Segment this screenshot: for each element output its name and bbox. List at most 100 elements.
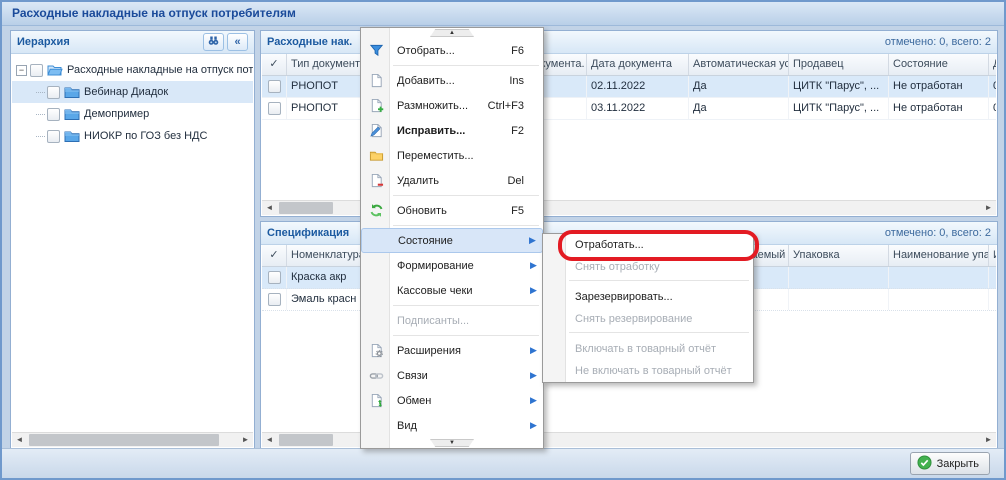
column-header[interactable]: Упаковка bbox=[789, 245, 889, 266]
scroll-thumb[interactable] bbox=[279, 202, 333, 214]
row-checkbox[interactable] bbox=[268, 293, 281, 306]
column-header[interactable]: Состояние bbox=[889, 54, 989, 75]
duplicate-icon bbox=[363, 98, 389, 113]
tree-item-label: Демопример bbox=[84, 108, 149, 120]
table-cell: Не отработан bbox=[889, 76, 989, 97]
scroll-left-arrow[interactable]: ◄ bbox=[12, 433, 27, 447]
menu-item-label: Отработать... bbox=[575, 239, 740, 251]
submenu-arrow-icon: ▶ bbox=[530, 370, 540, 381]
submenu-arrow-icon: ▶ bbox=[530, 285, 540, 296]
menu-item[interactable]: Переместить... bbox=[361, 143, 543, 168]
menu-item[interactable]: Кассовые чеки▶ bbox=[361, 278, 543, 303]
check-circle-icon bbox=[917, 455, 932, 473]
menu-item-label: Расширения bbox=[397, 345, 530, 357]
extensions-icon bbox=[363, 343, 389, 358]
table-cell: ЦИТК "Парус", ... bbox=[789, 76, 889, 97]
column-header[interactable]: ✓ bbox=[262, 245, 287, 266]
scroll-left-arrow[interactable]: ◄ bbox=[262, 201, 277, 215]
menu-item[interactable]: Состояние▶ bbox=[361, 228, 543, 253]
menu-item-label: Зарезервировать... bbox=[575, 291, 740, 303]
scroll-right-arrow[interactable]: ► bbox=[238, 433, 253, 447]
find-button[interactable] bbox=[203, 33, 224, 51]
row-checkbox[interactable] bbox=[268, 80, 281, 93]
column-header[interactable]: ✓ bbox=[262, 54, 287, 75]
hierarchy-tree: −Расходные накладные на отпуск потреВеби… bbox=[12, 55, 253, 431]
menu-item[interactable]: УдалитьDel bbox=[361, 168, 543, 193]
specification-counter: отмечено: 0, всего: 2 bbox=[885, 227, 991, 239]
refresh-icon bbox=[363, 203, 389, 218]
column-header[interactable]: Наименование упа bbox=[889, 245, 989, 266]
menu-item-label: Связи bbox=[397, 370, 530, 382]
tree-item[interactable]: НИОКР по ГОЗ без НДС bbox=[12, 125, 253, 147]
menu-item-shortcut: F6 bbox=[511, 45, 524, 57]
move-icon bbox=[363, 148, 389, 163]
documents-counter: отмечено: 0, всего: 2 bbox=[885, 36, 991, 48]
tree-item[interactable]: −Расходные накладные на отпуск потре bbox=[12, 59, 253, 81]
tree-checkbox[interactable] bbox=[47, 86, 60, 99]
menu-item: Не включать в товарный отчёт bbox=[543, 360, 753, 382]
menu-item[interactable]: Зарезервировать... bbox=[543, 286, 753, 308]
menu-scroll-down[interactable]: ▼ bbox=[361, 438, 543, 448]
menu-item[interactable]: Размножить...Ctrl+F3 bbox=[361, 93, 543, 118]
menu-item: Снять резервирование bbox=[543, 308, 753, 330]
menu-item-label: Исправить... bbox=[397, 125, 511, 137]
menu-item[interactable]: Расширения▶ bbox=[361, 338, 543, 363]
add-icon bbox=[363, 73, 389, 88]
close-button[interactable]: Закрыть bbox=[910, 452, 990, 475]
menu-item: Снять отработку bbox=[543, 256, 753, 278]
menu-item-label: Размножить... bbox=[397, 100, 488, 112]
window-title: Расходные накладные на отпуск потребител… bbox=[2, 2, 1004, 26]
column-header[interactable]: Д bbox=[989, 54, 996, 75]
scroll-thumb[interactable] bbox=[29, 434, 219, 446]
column-header[interactable]: Дата документа bbox=[587, 54, 689, 75]
menu-item-shortcut: Ins bbox=[509, 75, 524, 87]
column-header[interactable]: Продавец bbox=[789, 54, 889, 75]
tree-checkbox[interactable] bbox=[47, 108, 60, 121]
menu-item[interactable]: Связи▶ bbox=[361, 363, 543, 388]
menu-item-label: Подписанты... bbox=[397, 315, 530, 327]
scroll-right-arrow[interactable]: ► bbox=[981, 433, 996, 447]
tree-item[interactable]: Демопример bbox=[12, 103, 253, 125]
bottom-bar: Закрыть bbox=[2, 448, 1004, 478]
tree-checkbox[interactable] bbox=[30, 64, 43, 77]
documents-title: Расходные нак. bbox=[267, 36, 352, 48]
collapse-panel-button[interactable]: « bbox=[227, 33, 248, 51]
column-header[interactable]: И bbox=[989, 245, 996, 266]
table-cell: Да bbox=[689, 76, 789, 97]
table-cell: 03. bbox=[989, 98, 996, 119]
menu-item[interactable]: Отработать... bbox=[543, 234, 753, 256]
scroll-left-arrow[interactable]: ◄ bbox=[262, 433, 277, 447]
tree-expander[interactable]: − bbox=[16, 65, 27, 76]
menu-separator bbox=[543, 330, 753, 338]
scroll-up-icon: ▲ bbox=[430, 29, 474, 37]
table-cell: 03.11.2022 bbox=[587, 98, 689, 119]
tree-item[interactable]: Вебинар Диадок bbox=[12, 81, 253, 103]
table-cell bbox=[262, 76, 287, 97]
menu-scroll-up[interactable]: ▲ bbox=[361, 28, 543, 38]
table-cell: Не отработан bbox=[889, 98, 989, 119]
table-cell bbox=[889, 267, 989, 288]
menu-item[interactable]: Исправить...F2 bbox=[361, 118, 543, 143]
column-header[interactable]: Автоматическая ус bbox=[689, 54, 789, 75]
table-cell bbox=[989, 267, 996, 288]
scroll-thumb[interactable] bbox=[279, 434, 333, 446]
menu-item[interactable]: Отобрать...F6 bbox=[361, 38, 543, 63]
tree-connector bbox=[36, 136, 45, 137]
tree-checkbox[interactable] bbox=[47, 130, 60, 143]
menu-item[interactable]: Вид▶ bbox=[361, 413, 543, 438]
edit-icon bbox=[363, 123, 389, 138]
row-checkbox[interactable] bbox=[268, 102, 281, 115]
menu-item[interactable]: Обмен▶ bbox=[361, 388, 543, 413]
menu-item[interactable]: Формирование▶ bbox=[361, 253, 543, 278]
menu-item: Включать в товарный отчёт bbox=[543, 338, 753, 360]
table-cell bbox=[789, 289, 889, 310]
scroll-right-arrow[interactable]: ► bbox=[981, 201, 996, 215]
menu-item[interactable]: ОбновитьF5 bbox=[361, 198, 543, 223]
menu-item-label: Обмен bbox=[397, 395, 530, 407]
row-checkbox[interactable] bbox=[268, 271, 281, 284]
menu-item[interactable]: Добавить...Ins bbox=[361, 68, 543, 93]
exchange-icon bbox=[363, 393, 389, 408]
menu-item-label: Включать в товарный отчёт bbox=[575, 343, 740, 355]
app-window: Расходные накладные на отпуск потребител… bbox=[0, 0, 1006, 480]
hierarchy-hscrollbar: ◄ ► bbox=[12, 432, 253, 447]
